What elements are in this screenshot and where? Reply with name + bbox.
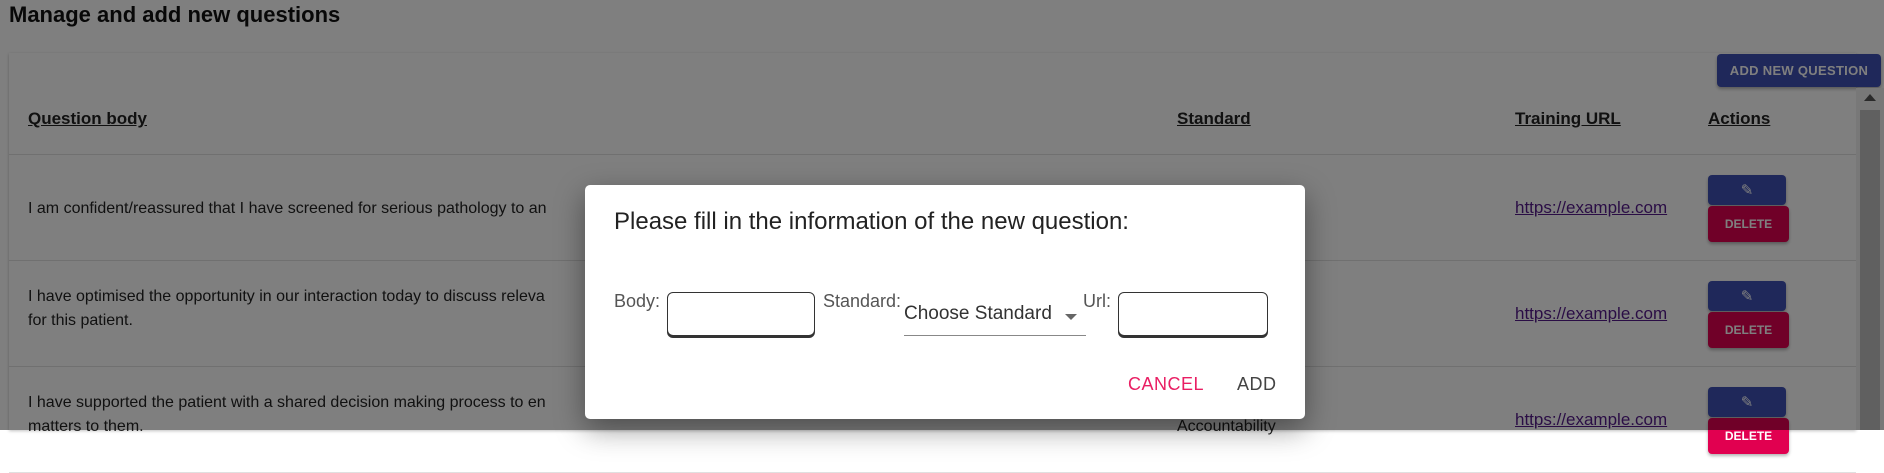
standard-select-value: Choose Standard xyxy=(904,303,1052,324)
new-question-dialog: Please fill in the information of the ne… xyxy=(585,185,1305,419)
dropdown-arrow-icon xyxy=(1065,314,1077,320)
url-label: Url: xyxy=(1083,291,1111,311)
body-input[interactable] xyxy=(667,292,815,336)
standard-select[interactable]: Choose Standard xyxy=(904,295,1086,336)
standard-label: Standard: xyxy=(823,291,902,311)
dialog-title: Please fill in the information of the ne… xyxy=(614,208,1129,235)
cancel-button[interactable]: CANCEL xyxy=(1128,374,1204,395)
body-label: Body: xyxy=(614,291,661,311)
add-button[interactable]: ADD xyxy=(1237,374,1277,395)
url-input[interactable] xyxy=(1118,292,1268,336)
